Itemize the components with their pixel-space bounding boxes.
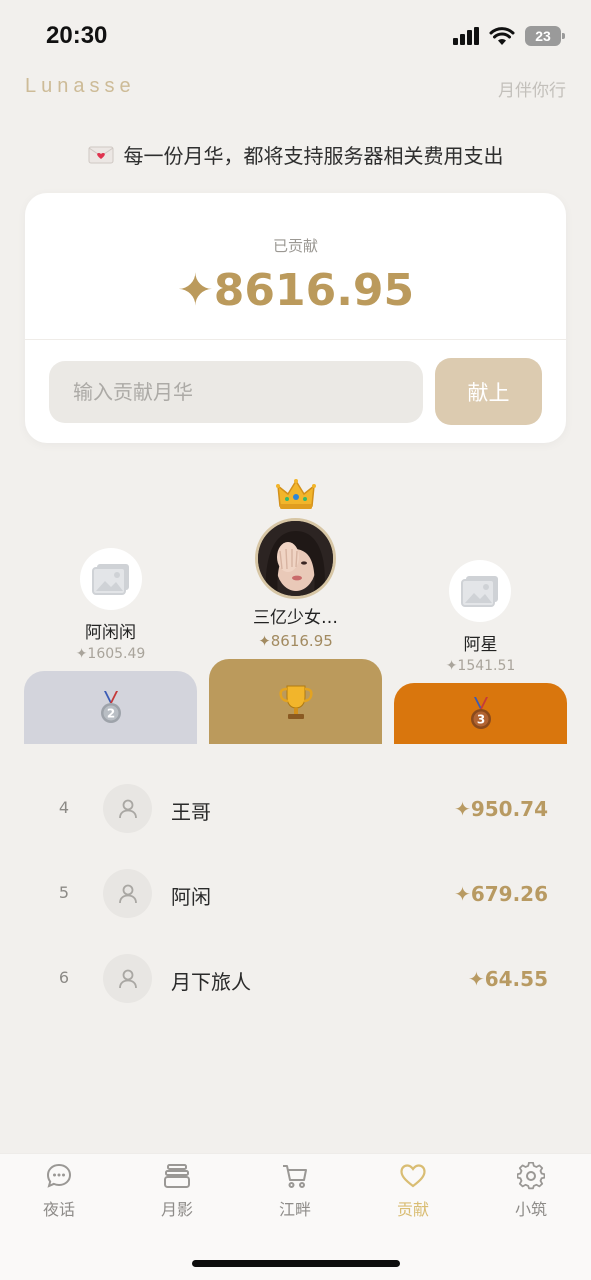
- user-icon: [118, 969, 137, 988]
- contribution-amount-input[interactable]: [49, 361, 423, 423]
- avatar: [103, 869, 152, 918]
- rank-number: 6: [58, 968, 70, 987]
- contributed-label: 已贡献: [272, 237, 318, 255]
- status-time: 20:30: [46, 22, 108, 49]
- image-placeholder-icon: [461, 576, 498, 607]
- app-brand: Lunasse: [25, 75, 136, 97]
- list-item[interactable]: 5 阿闲 ✦679.26: [0, 851, 591, 935]
- chat-bubble-icon: [46, 1163, 72, 1188]
- contribution-amount: ✦64.55: [467, 967, 548, 991]
- bronze-medal-icon: 3: [470, 696, 491, 729]
- notice-text: 每一份月华，都将支持服务器相关费用支出: [123, 144, 504, 168]
- stack-icon: [164, 1164, 190, 1188]
- tab-riverside[interactable]: 江畔: [236, 1162, 354, 1220]
- tab-contribute[interactable]: 贡献: [354, 1162, 472, 1220]
- third-place-name: 阿星: [463, 635, 498, 655]
- submit-contribution-button[interactable]: 献上: [435, 358, 542, 425]
- app-tagline: 月伴你行: [498, 81, 566, 101]
- contribution-amount: ✦950.74: [454, 797, 548, 821]
- cellular-signal-icon: [453, 27, 479, 45]
- cart-icon: [283, 1165, 307, 1188]
- first-place-pedestal: [209, 659, 382, 744]
- tab-label: 月影: [160, 1200, 193, 1219]
- rank-number: 5: [58, 883, 70, 902]
- first-place-avatar[interactable]: [255, 518, 336, 599]
- first-place-amount: ✦8616.95: [258, 632, 333, 650]
- rank-number: 4: [58, 798, 70, 817]
- list-item[interactable]: 6 月下旅人 ✦64.55: [0, 936, 591, 1020]
- tab-cottage[interactable]: 小筑: [472, 1162, 590, 1220]
- avatar: [103, 954, 152, 1003]
- tab-moon-shadow[interactable]: 月影: [118, 1162, 236, 1220]
- silver-medal-icon: 2: [100, 690, 121, 723]
- tab-label: 夜话: [42, 1200, 75, 1219]
- user-name: 月下旅人: [171, 970, 251, 994]
- avatar: [103, 784, 152, 833]
- first-place-name: 三亿少女…: [253, 608, 338, 628]
- second-place-avatar[interactable]: [80, 548, 142, 610]
- third-place-amount: ✦1541.51: [445, 658, 516, 674]
- wifi-icon: [489, 26, 515, 45]
- tab-label: 江畔: [278, 1200, 311, 1219]
- love-letter-icon: [88, 146, 113, 163]
- user-photo: [258, 521, 333, 596]
- svg-text:3: 3: [476, 712, 484, 726]
- second-place-amount: ✦1605.49: [75, 646, 146, 662]
- user-name: 阿闲: [171, 885, 211, 909]
- crown-icon: [276, 479, 316, 509]
- tab-label: 小筑: [514, 1200, 547, 1219]
- second-place-name: 阿闲闲: [85, 623, 136, 643]
- battery-indicator: 23: [525, 26, 565, 46]
- user-icon: [118, 884, 137, 903]
- card-divider: [25, 339, 566, 340]
- contributed-total: ✦8616.95: [176, 265, 415, 316]
- contribution-amount: ✦679.26: [454, 882, 548, 906]
- trophy-icon: [278, 685, 313, 719]
- second-place-pedestal: 2: [24, 671, 197, 744]
- third-place-avatar[interactable]: [449, 560, 511, 622]
- gear-icon: [517, 1162, 545, 1190]
- svg-text:2: 2: [106, 706, 114, 720]
- tab-night-talk[interactable]: 夜话: [0, 1162, 118, 1220]
- image-placeholder-icon: [92, 564, 129, 595]
- user-icon: [118, 799, 137, 818]
- list-item[interactable]: 4 王哥 ✦950.74: [0, 766, 591, 850]
- heart-icon: [400, 1164, 426, 1188]
- status-icons: 23: [453, 26, 565, 46]
- support-notice: 每一份月华，都将支持服务器相关费用支出: [0, 140, 591, 169]
- third-place-pedestal: 3: [394, 683, 567, 744]
- contribution-card: 已贡献 ✦8616.95 献上: [25, 193, 566, 443]
- tab-label: 贡献: [396, 1200, 429, 1219]
- user-name: 王哥: [171, 800, 211, 824]
- home-indicator: [192, 1260, 400, 1267]
